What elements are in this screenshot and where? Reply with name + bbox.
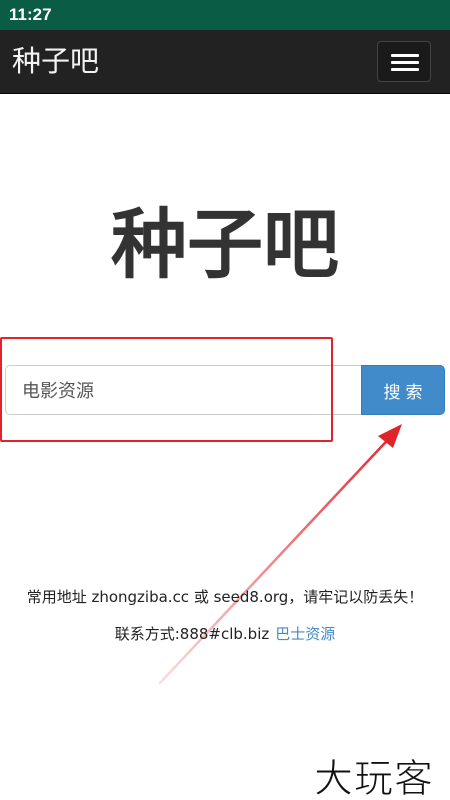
status-bar: 11:27 [0,0,450,30]
hamburger-bar-icon [391,68,419,71]
search-input[interactable] [5,365,361,415]
search-button[interactable]: 搜索 [361,365,445,415]
footer-contact-line: 联系方式:888#clb.biz 巴士资源 [0,623,450,644]
navbar: 种子吧 [0,30,450,94]
status-time: 11:27 [9,5,52,24]
navbar-brand[interactable]: 种子吧 [12,44,99,78]
footer-link-bus-resources[interactable]: 巴士资源 [275,625,335,643]
footer-contact-text: 联系方式:888#clb.biz [114,625,270,643]
watermark-logo: 大玩客 [313,757,435,800]
hamburger-bar-icon [391,61,419,64]
hamburger-menu-button[interactable] [377,41,431,82]
hero-title: 种子吧 [111,200,339,289]
hamburger-bar-icon [391,54,419,57]
footer-address-text: 常用地址 zhongziba.cc 或 seed8.org，请牢记以防丢失！ [26,588,424,606]
screen: 11:27 种子吧 种子吧 搜索 常用地址 zhongziba.cc 或 see… [0,0,450,800]
